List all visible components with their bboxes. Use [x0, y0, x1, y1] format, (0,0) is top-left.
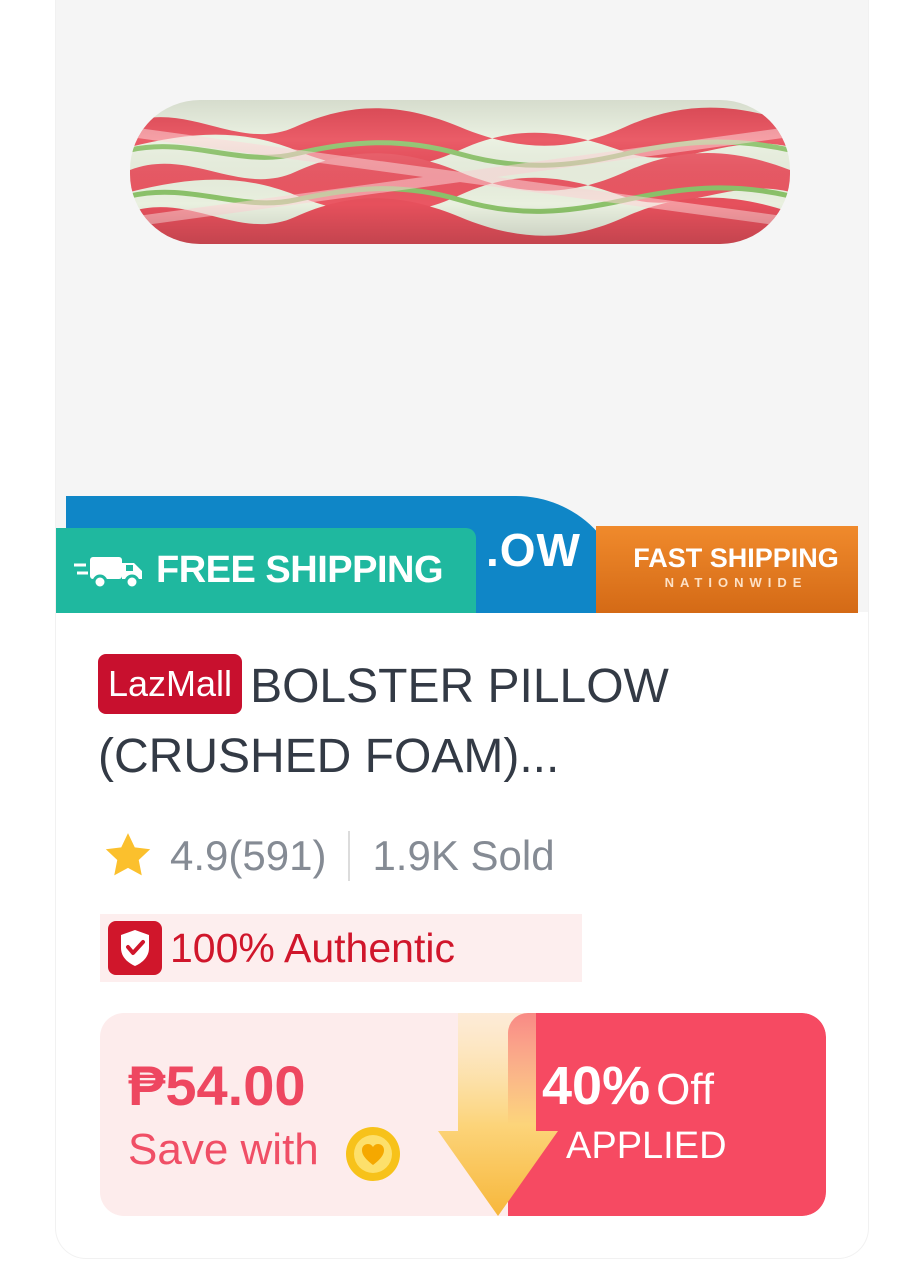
product-title[interactable]: LazMall BOLSTER PILLOW (CRUSHED FOAM)... [98, 652, 828, 792]
star-icon [105, 833, 151, 876]
sold-count: 1.9K Sold [372, 832, 555, 879]
price-box[interactable]: ₱54.00 Save with 40% Off APPLIED [100, 1013, 826, 1216]
nationwide-label: NATIONWIDE [664, 575, 808, 590]
price: ₱54.00 [128, 1054, 306, 1117]
product-card[interactable]: .OW FAST SHIPPING NATIONWIDE FREE SHIPPI… [56, 0, 868, 1258]
discount-applied: APPLIED [566, 1125, 727, 1167]
divider [348, 831, 351, 881]
discount-off: Off [656, 1065, 714, 1114]
lazmall-badge: LazMall [98, 654, 243, 714]
shield-check-icon [108, 921, 162, 975]
free-shipping-badge: FREE SHIPPING [56, 528, 476, 613]
promo-banner-text: .OW [486, 524, 581, 576]
product-image [130, 100, 790, 244]
arrow-down-icon [438, 1013, 558, 1216]
rating-value: 4.9(591) [170, 832, 327, 879]
free-shipping-label: FREE SHIPPING [156, 549, 444, 591]
discount-line: 40% Off [542, 1055, 714, 1117]
authentic-tag: 100% Authentic [100, 914, 582, 982]
authentic-label: 100% Authentic [170, 924, 455, 971]
fast-shipping-label: FAST SHIPPING [633, 543, 839, 573]
rating-row: 4.9(591) 1.9K Sold [100, 826, 555, 886]
save-with-label: Save with [128, 1125, 319, 1174]
truck-icon [74, 556, 142, 589]
coin-icon [346, 1127, 400, 1181]
promo-banner: .OW FAST SHIPPING NATIONWIDE FREE SHIPPI… [56, 493, 868, 613]
discount-percent: 40% [542, 1056, 651, 1116]
